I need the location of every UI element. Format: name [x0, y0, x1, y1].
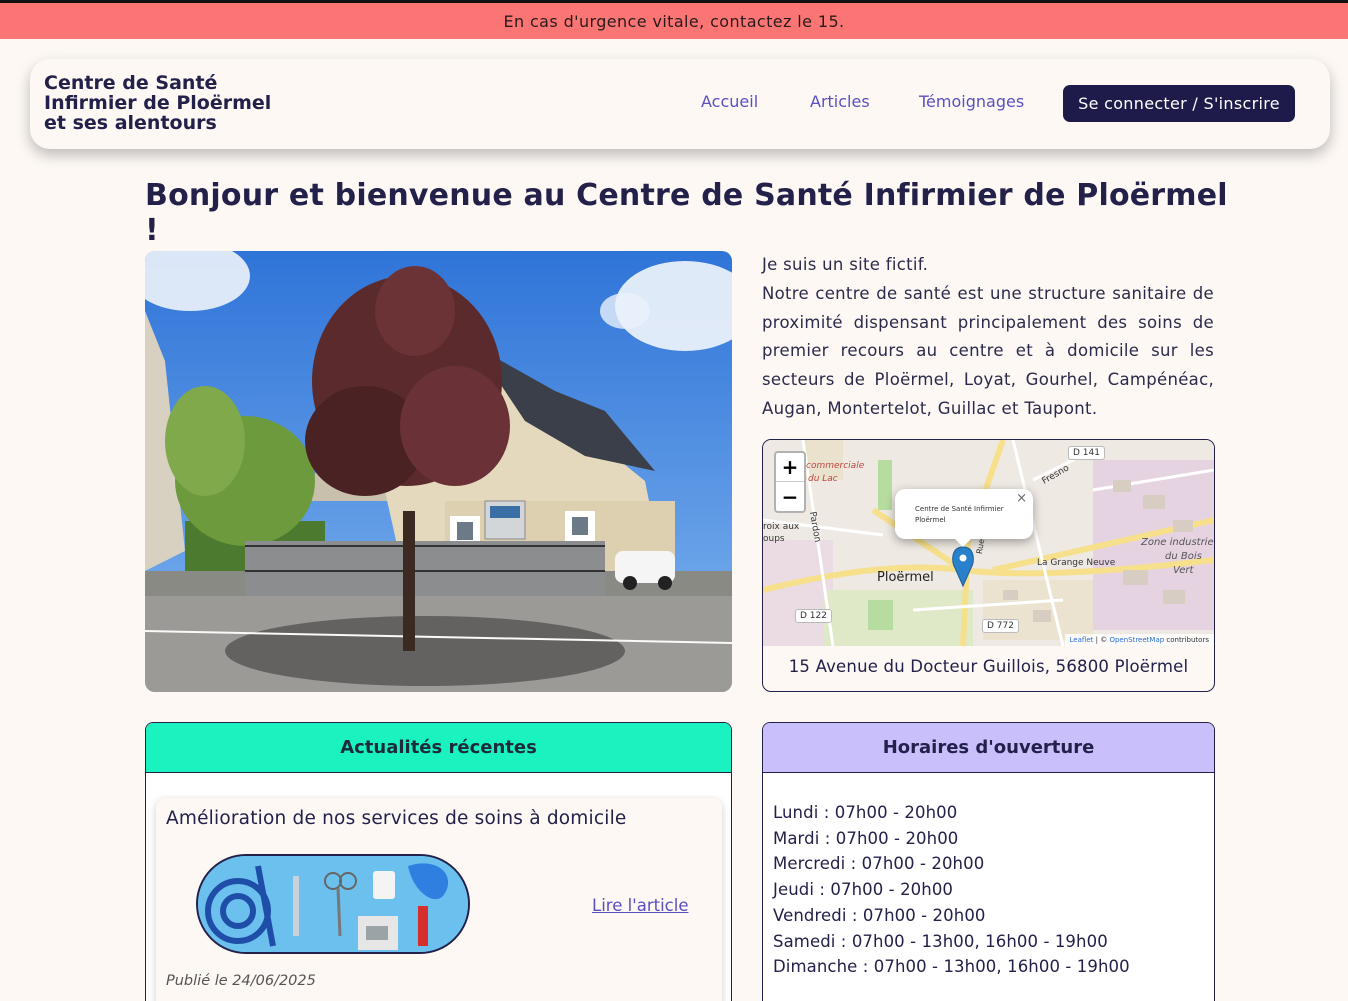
navbar: Centre de Santé Infirmier de Ploërmel et… — [30, 59, 1330, 149]
openstreetmap-link[interactable]: OpenStreetMap — [1109, 636, 1164, 644]
address-text: 15 Avenue du Docteur Guillois, 56800 Plo… — [788, 657, 1189, 676]
map-attribution: Leaflet | © OpenStreetMap contributors — [1064, 634, 1214, 646]
attribution-separator: | © — [1095, 636, 1108, 644]
intro-line-1: Je suis un site fictif. — [762, 255, 929, 274]
hours-item-monday: Lundi : 07h00 - 20h00 — [773, 803, 958, 822]
attribution-contributors: contributors — [1166, 636, 1209, 644]
road-tag-d141: D 141 — [1068, 446, 1105, 460]
map-popup-text: Centre de Santé Infirmier Ploërmel — [915, 505, 1004, 524]
map-label-city: Ploërmel — [877, 570, 934, 585]
intro-paragraph: Notre centre de santé est une structure … — [762, 283, 1214, 418]
map-popup: Centre de Santé Infirmier Ploërmel × — [895, 489, 1033, 539]
location-map-card: commerciale du Lac roix aux oups Ploërme… — [762, 439, 1215, 692]
map-zoom-control: + − — [774, 451, 806, 513]
opening-hours-header: Horaires d'ouverture — [763, 723, 1214, 773]
nav-link-home[interactable]: Accueil — [701, 92, 758, 111]
zoom-in-button[interactable]: + — [776, 453, 804, 482]
hours-item-friday: Vendredi : 07h00 - 20h00 — [773, 905, 986, 925]
map-view[interactable]: commerciale du Lac roix aux oups Ploërme… — [763, 440, 1214, 646]
map-popup-tip — [954, 538, 972, 547]
health-center-photo — [145, 251, 732, 692]
emergency-alert-text: En cas d'urgence vitale, contactez le 15… — [503, 11, 845, 31]
page-title: Bonjour et bienvenue au Centre de Santé … — [145, 178, 1228, 248]
intro-text: Je suis un site fictif. Notre centre de … — [762, 251, 1214, 424]
map-label-commercial-1: commerciale — [806, 461, 865, 471]
zoom-out-button[interactable]: − — [776, 482, 804, 511]
article-thumbnail — [196, 854, 470, 954]
map-label-grange: La Grange Neuve — [1037, 558, 1116, 568]
leaflet-link[interactable]: Leaflet — [1070, 636, 1094, 644]
emergency-alert-banner: En cas d'urgence vitale, contactez le 15… — [0, 3, 1348, 39]
map-label-croix-1: roix aux — [763, 522, 800, 532]
brand-line-2: Infirmier de Ploërmel — [44, 92, 272, 114]
map-label-zone-2: du Bois — [1165, 551, 1202, 562]
nav-link-testimonials[interactable]: Témoignages — [919, 92, 1024, 111]
article-title: Amélioration de nos services de soins à … — [166, 808, 627, 829]
recent-news-header: Actualités récentes — [146, 723, 731, 773]
popup-close-icon[interactable]: × — [1016, 492, 1027, 505]
read-article-link[interactable]: Lire l'article — [592, 896, 688, 915]
hours-item-saturday: Samedi : 07h00 - 13h00, 16h00 - 19h00 — [773, 931, 1108, 951]
map-label-zone-3: Vert — [1173, 565, 1194, 576]
news-article-card: Amélioration de nos services de soins à … — [156, 798, 722, 1001]
hours-item-sunday: Dimanche : 07h00 - 13h00, 16h00 - 19h00 — [773, 957, 1130, 977]
road-tag-d772: D 772 — [982, 619, 1019, 633]
brand-line-3: et ses alentours — [44, 112, 217, 134]
brand-line-1: Centre de Santé — [44, 72, 218, 94]
login-signup-button[interactable]: Se connecter / S'inscrire — [1063, 85, 1295, 122]
map-label-croix-2: oups — [763, 534, 785, 544]
opening-hours-card: Horaires d'ouverture Lundi : 07h00 - 20h… — [762, 722, 1215, 1001]
road-tag-d122: D 122 — [795, 609, 832, 623]
map-label-zone-1: Zone industrie — [1141, 537, 1214, 548]
map-label-commercial-2: du Lac — [808, 474, 838, 484]
hours-item-tuesday: Mardi : 07h00 - 20h00 — [773, 828, 959, 848]
hours-item-wednesday: Mercredi : 07h00 - 20h00 — [773, 854, 985, 874]
article-publish-date: Publié le 24/06/2025 — [166, 973, 316, 989]
hours-item-thursday: Jeudi : 07h00 - 20h00 — [773, 880, 954, 900]
nav-link-articles[interactable]: Articles — [810, 92, 870, 111]
recent-news-card: Actualités récentes Amélioration de nos … — [145, 722, 732, 1001]
opening-hours-list: Lundi : 07h00 - 20h00 Mardi : 07h00 - 20… — [773, 800, 1130, 980]
site-brand[interactable]: Centre de Santé Infirmier de Ploërmel et… — [44, 73, 304, 133]
